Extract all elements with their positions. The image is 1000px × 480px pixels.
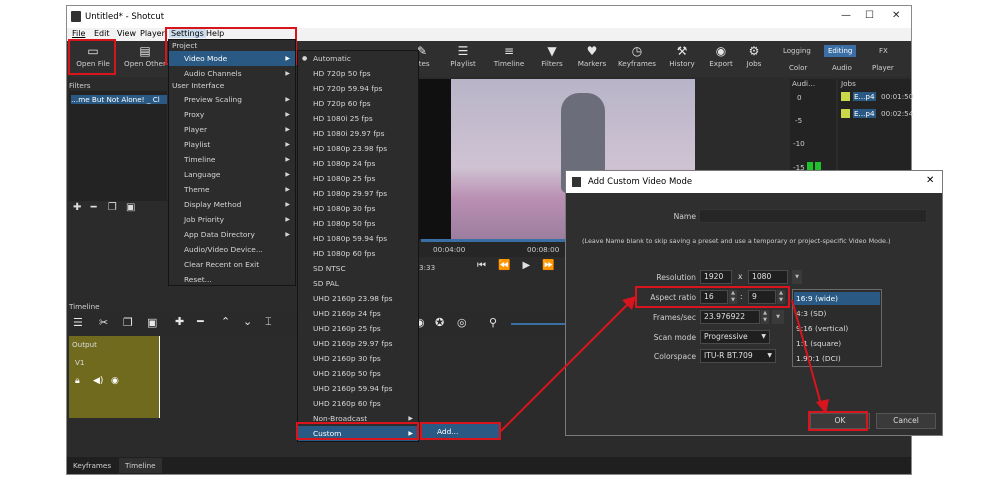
arrow-head (816, 399, 829, 414)
arrow-line (500, 301, 631, 432)
arrow-line (791, 299, 823, 409)
annotation-arrows (500, 296, 829, 432)
